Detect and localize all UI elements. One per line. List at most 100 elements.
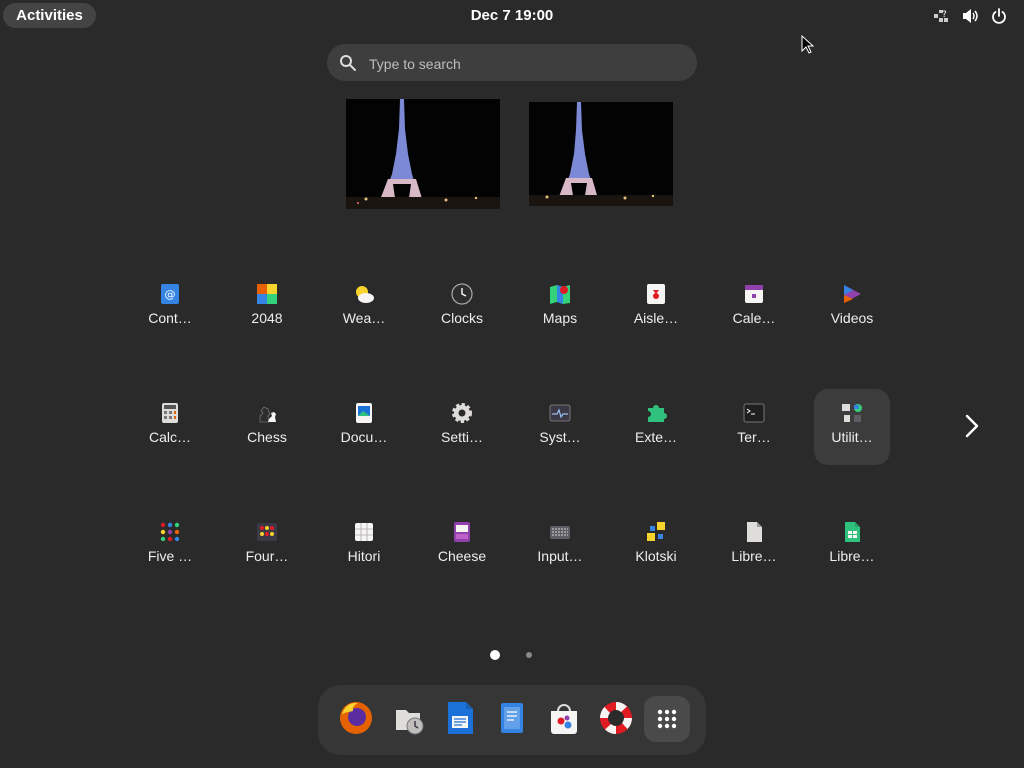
show-apps-icon xyxy=(657,709,677,729)
app-extensions[interactable]: Exte… xyxy=(618,389,694,465)
terminal-icon xyxy=(743,403,765,423)
network-question-icon[interactable]: ? xyxy=(933,8,951,24)
app-maps[interactable]: Maps xyxy=(522,270,598,346)
utilities-folder-icon xyxy=(842,404,862,422)
power-icon[interactable] xyxy=(991,8,1007,24)
app-2048[interactable]: 2048 xyxy=(229,270,305,346)
app-label: Maps xyxy=(542,310,578,326)
system-monitor-icon xyxy=(549,404,571,422)
app-document-viewer[interactable]: Docu… xyxy=(326,389,402,465)
app-label: Ter… xyxy=(737,429,771,445)
mouse-pointer-icon xyxy=(801,34,815,60)
firefox-icon[interactable] xyxy=(338,700,374,736)
svg-text:@: @ xyxy=(165,288,176,301)
help-icon[interactable] xyxy=(598,700,634,736)
app-label: Calc… xyxy=(148,429,191,445)
four-in-a-row-icon xyxy=(257,523,277,541)
videos-icon xyxy=(844,285,861,303)
app-libreoffice[interactable]: Libre… xyxy=(716,508,792,584)
app-label: Videos xyxy=(830,310,874,326)
cheese-icon xyxy=(454,522,470,542)
app-label: Clocks xyxy=(440,310,483,326)
calendar-icon xyxy=(745,285,763,303)
settings-icon xyxy=(452,403,472,423)
app-label: Five … xyxy=(147,548,193,564)
app-four-in-a-row[interactable]: Four… xyxy=(229,508,305,584)
app-label: Exte… xyxy=(634,429,677,445)
app-label: Libre… xyxy=(829,548,875,564)
weather-icon xyxy=(356,286,374,303)
extensions-icon xyxy=(648,405,667,422)
volume-icon[interactable] xyxy=(962,8,980,24)
app-weather[interactable]: Wea… xyxy=(326,270,402,346)
app-hitori[interactable]: Hitori xyxy=(326,508,402,584)
app-label: 2048 xyxy=(251,310,283,326)
search-input[interactable] xyxy=(367,44,681,83)
libreoffice-writer-icon[interactable] xyxy=(442,700,478,736)
klotski-icon xyxy=(647,522,665,541)
app-videos[interactable]: Videos xyxy=(814,270,890,346)
app-label: Hitori xyxy=(347,548,381,564)
hitori-icon xyxy=(355,523,373,541)
app-label: Aisle… xyxy=(633,310,679,326)
maps-icon xyxy=(550,285,570,304)
next-page-arrow-icon[interactable] xyxy=(962,412,982,445)
app-label: Cale… xyxy=(732,310,776,326)
app-chess[interactable]: Chess xyxy=(229,389,305,465)
text-editor-icon[interactable] xyxy=(494,700,530,736)
libreoffice-icon xyxy=(747,522,762,542)
app-calendar[interactable]: Cale… xyxy=(716,270,792,346)
aisleriot-icon xyxy=(647,284,665,304)
app-folder-utilities[interactable]: Utilit… xyxy=(814,389,890,465)
app-label: Docu… xyxy=(340,429,388,445)
clock-text[interactable]: Dec 7 19:00 xyxy=(471,7,554,24)
app-clocks[interactable]: Clocks xyxy=(424,270,500,346)
input-method-icon xyxy=(550,526,570,539)
app-label: Libre… xyxy=(731,548,777,564)
calculator-icon xyxy=(162,403,178,423)
workspace-thumbnail-2[interactable] xyxy=(529,102,673,206)
app-label: Four… xyxy=(245,548,289,564)
contacts-icon: @ xyxy=(161,284,179,304)
2048-icon xyxy=(257,284,277,304)
eiffel-tower-wallpaper xyxy=(346,99,500,209)
app-aisleriot[interactable]: Aisle… xyxy=(618,270,694,346)
app-label: Chess xyxy=(247,429,287,445)
workspace-thumbnail-1[interactable] xyxy=(346,99,500,209)
chess-icon xyxy=(259,406,276,423)
app-input-method[interactable]: Input… xyxy=(522,508,598,584)
app-settings[interactable]: Setti… xyxy=(424,389,500,465)
app-five-or-more[interactable]: Five … xyxy=(132,508,208,584)
app-contacts[interactable]: @ Cont… xyxy=(132,270,208,346)
app-terminal[interactable]: Ter… xyxy=(716,389,792,465)
app-system-monitor[interactable]: Syst… xyxy=(522,389,598,465)
document-viewer-icon xyxy=(356,403,372,423)
app-label: Cheese xyxy=(437,548,487,564)
app-label: Wea… xyxy=(342,310,386,326)
page-indicator-2[interactable] xyxy=(526,652,532,658)
app-label: Klotski xyxy=(635,548,677,564)
app-libreoffice-calc[interactable]: Libre… xyxy=(814,508,890,584)
app-label: Syst… xyxy=(539,429,581,445)
app-klotski[interactable]: Klotski xyxy=(618,508,694,584)
clock-display: Dec 7 19:00 xyxy=(0,0,1024,32)
libreoffice-calc-icon xyxy=(845,522,860,542)
app-calculator[interactable]: Calc… xyxy=(132,389,208,465)
search-icon xyxy=(340,55,356,71)
top-bar: Activities Dec 7 19:00 ? xyxy=(0,0,1024,32)
backups-icon[interactable] xyxy=(390,700,426,736)
eiffel-tower-wallpaper xyxy=(529,102,673,206)
show-apps-button[interactable] xyxy=(644,696,690,742)
app-label: Utilit… xyxy=(831,429,873,445)
software-icon[interactable] xyxy=(546,700,582,736)
app-cheese[interactable]: Cheese xyxy=(424,508,500,584)
app-label: Setti… xyxy=(440,429,483,445)
activities-button[interactable]: Activities xyxy=(3,3,96,28)
search-bar[interactable] xyxy=(327,44,697,83)
app-label: Cont… xyxy=(148,310,192,326)
clocks-icon xyxy=(451,283,473,305)
svg-text:?: ? xyxy=(942,10,947,20)
page-indicator-1[interactable] xyxy=(490,650,500,660)
five-or-more-icon xyxy=(160,522,180,542)
app-label: Input… xyxy=(537,548,583,564)
